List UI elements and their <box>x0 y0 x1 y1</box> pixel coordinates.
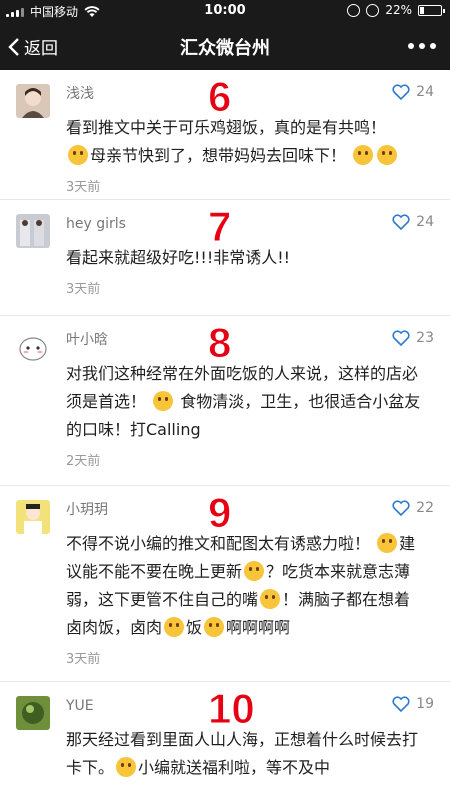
number-badge: 8 <box>207 319 232 366</box>
comment-author[interactable]: hey girls <box>66 214 436 234</box>
comment-item: 浅浅 24 6 看到推文中关于可乐鸡翅饭，真的是有共鸣！ 母亲节快到了，想带妈妈去… <box>0 70 450 200</box>
comment-text: 不得不说小编的推文和配图太有诱惑力啦！ 建议能不能不要在晚上更新 ？吃货本来就意志… <box>66 530 436 642</box>
comment-time: 3天前 <box>66 652 101 667</box>
avatar[interactable] <box>16 214 50 248</box>
number-badge: 6 <box>207 73 232 120</box>
more-dot-icon <box>419 43 425 49</box>
heart-icon <box>392 330 410 346</box>
comment-item: 叶小晗 23 8 对我们这种经常在外面吃饭的人来说，这样的店必须是首选！ 食物清… <box>0 316 450 486</box>
avatar[interactable] <box>16 500 50 534</box>
comment-text: 对我们这种经常在外面吃饭的人来说，这样的店必须是首选！ 食物清淡，卫生，也很适合… <box>66 360 436 444</box>
like-count: 22 <box>416 500 434 516</box>
text-segment: 看到推文中关于可乐鸡翅饭，真的是有共鸣！ <box>66 118 387 137</box>
text-segment: 不得不说小编的推文和配图太有诱惑力啦！ <box>66 534 371 553</box>
like-count: 19 <box>416 696 434 712</box>
text-segment: 啊啊啊啊 <box>226 618 291 637</box>
avatar[interactable] <box>16 330 50 364</box>
sunglasses-emoji-icon <box>116 757 137 777</box>
alarm-icon <box>366 3 380 17</box>
back-label: 返回 <box>24 39 58 59</box>
page-title: 汇众微台州 <box>180 38 270 59</box>
like-button[interactable]: 24 <box>392 214 434 230</box>
thumbs-up-emoji-icon <box>153 391 174 411</box>
avatar[interactable] <box>16 84 50 118</box>
crying-emoji-icon <box>164 617 185 637</box>
comment-time: 3天前 <box>66 282 101 297</box>
more-dot-icon <box>430 43 436 49</box>
comment-author[interactable]: 小玥玥 <box>66 500 436 520</box>
comment-item: 小玥玥 22 9 不得不说小编的推文和配图太有诱惑力啦！ 建议能不能不要在晚上更… <box>0 486 450 682</box>
like-button[interactable]: 24 <box>392 84 434 100</box>
heart-icon <box>392 696 410 712</box>
comment-text: 那天经过看到里面人山人海，正想着什么时候去打卡下。 小编就送福利啦，等不及中 <box>66 726 436 782</box>
comment-time: 2天前 <box>66 454 101 469</box>
number-badge: 9 <box>207 489 232 536</box>
heart-eyes-emoji-icon <box>377 533 398 553</box>
comment-list: 浅浅 24 6 看到推文中关于可乐鸡翅饭，真的是有共鸣！ 母亲节快到了，想带妈妈去… <box>0 70 450 800</box>
status-bar: 中国移动 10:00 22% <box>0 0 450 22</box>
like-button[interactable]: 22 <box>392 500 434 516</box>
comment-author[interactable]: 浅浅 <box>66 84 436 104</box>
chevron-left-icon <box>8 37 19 56</box>
status-right: 22% <box>347 3 445 17</box>
back-button[interactable]: 返回 <box>8 34 58 59</box>
comment-item: hey girls 24 7 看起来就超级好吃!!!非常诱人!! 3天前 <box>0 200 450 316</box>
pleading-emoji-icon <box>244 561 265 581</box>
like-button[interactable]: 19 <box>392 696 434 712</box>
number-badge: 7 <box>207 203 232 250</box>
comment-item: YUE 19 10 那天经过看到里面人山人海，正想着什么时候去打卡下。 小编就送福… <box>0 682 450 800</box>
comment-time: 3天前 <box>66 180 101 195</box>
number-badge: 10 <box>208 685 256 732</box>
battery-percent: 22% <box>385 3 412 17</box>
heart-icon <box>392 214 410 230</box>
heart-icon <box>392 500 410 516</box>
nav-bar: 返回 汇众微台州 <box>0 22 450 70</box>
grimace-emoji-icon <box>68 145 88 165</box>
battery-icon <box>418 4 445 16</box>
comment-author[interactable]: 叶小晗 <box>66 330 436 350</box>
kiss-emoji-icon <box>353 145 374 165</box>
more-button[interactable] <box>408 43 436 49</box>
text-segment: 饭 <box>186 618 203 637</box>
like-button[interactable]: 23 <box>392 330 434 346</box>
crying-emoji-icon <box>204 617 225 637</box>
like-count: 24 <box>416 84 434 100</box>
heart-icon <box>392 84 410 100</box>
text-segment: 小编就送福利啦，等不及中 <box>138 758 331 777</box>
like-count: 24 <box>416 214 434 230</box>
avatar[interactable] <box>16 696 50 730</box>
more-dot-icon <box>408 43 414 49</box>
rotation-lock-icon <box>347 3 361 17</box>
comment-text: 看到推文中关于可乐鸡翅饭，真的是有共鸣！ 母亲节快到了，想带妈妈去回味下！ <box>66 114 436 170</box>
text-segment: 母亲节快到了，想带妈妈去回味下！ <box>90 146 347 165</box>
kiss-emoji-icon <box>377 145 398 165</box>
drooling-emoji-icon <box>260 589 281 609</box>
comment-text: 看起来就超级好吃!!!非常诱人!! <box>66 248 291 267</box>
like-count: 23 <box>416 330 434 346</box>
